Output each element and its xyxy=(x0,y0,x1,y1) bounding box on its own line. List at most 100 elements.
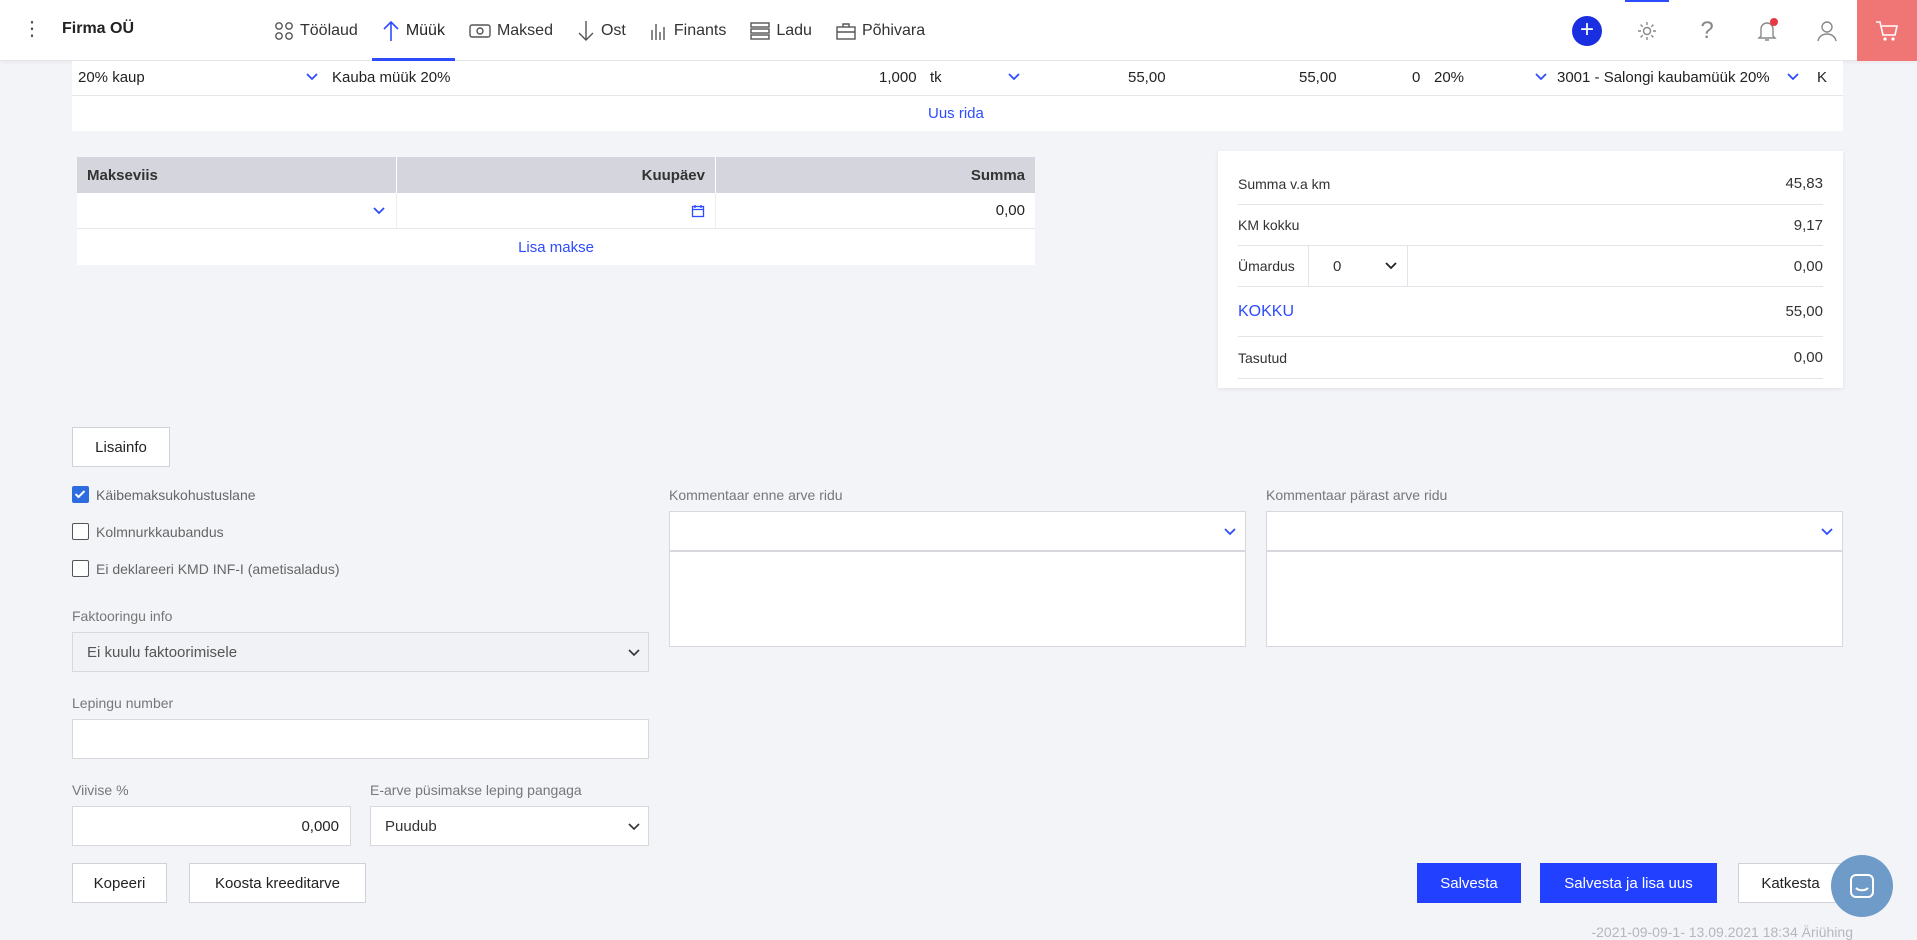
comment-before-textarea[interactable] xyxy=(669,551,1246,647)
bar-chart-icon xyxy=(651,23,665,40)
cancel-button[interactable]: Katkesta xyxy=(1738,863,1843,903)
gear-icon xyxy=(1638,21,1656,40)
add-payment-link[interactable]: Lisa makse xyxy=(77,229,1035,265)
comment-after-textarea[interactable] xyxy=(1266,551,1843,647)
nav-item-toolaud[interactable]: Töölaud xyxy=(262,0,370,61)
nav-label: Müük xyxy=(405,21,445,39)
nav-item-ladu[interactable]: Ladu xyxy=(738,0,824,61)
nav-item-maksed[interactable]: Maksed xyxy=(457,0,565,61)
vat-type-select[interactable]: 20% kaup xyxy=(78,69,145,86)
save-and-new-button[interactable]: Salvesta ja lisa uus xyxy=(1540,863,1717,903)
chevron-down-icon[interactable] xyxy=(305,72,319,82)
cart-button[interactable] xyxy=(1857,0,1917,61)
arrow-up-icon xyxy=(383,20,399,41)
factoring-value: Ei kuulu faktoorimisele xyxy=(87,643,238,661)
dashboard-icon xyxy=(275,21,293,40)
nav-item-pohivara[interactable]: Põhivara xyxy=(824,0,937,61)
payment-sum-field[interactable]: 0,00 xyxy=(716,193,1035,228)
kmd-inf-checkbox[interactable] xyxy=(72,560,89,577)
notifications-button[interactable] xyxy=(1737,0,1797,61)
total-row: KOKKU 55,00 xyxy=(1238,287,1823,337)
cart-icon xyxy=(1876,20,1898,41)
totals-value: 45,83 xyxy=(1785,175,1823,192)
company-name[interactable]: Firma OÜ xyxy=(62,20,134,38)
row-divider xyxy=(72,95,1843,96)
add-new-button[interactable]: + xyxy=(1557,0,1617,61)
comment-before-label: Kommentaar enne arve ridu xyxy=(669,487,843,503)
triangular-trade-label: Kolmnurkkaubandus xyxy=(96,524,224,540)
nav-item-ost[interactable]: Ost xyxy=(565,0,638,61)
triangular-trade-checkbox[interactable] xyxy=(72,523,89,540)
main-nav: Töölaud Müük Maksed Ost Finants Ladu Põh… xyxy=(262,0,937,61)
user-icon xyxy=(1817,20,1837,41)
notification-dot xyxy=(1770,18,1778,26)
unit-select[interactable]: tk xyxy=(930,69,942,86)
rounding-value[interactable]: 0,00 xyxy=(1794,258,1823,275)
lisainfo-button[interactable]: Lisainfo xyxy=(72,427,170,467)
nav-label: Põhivara xyxy=(861,21,926,39)
contract-label: Lepingu number xyxy=(72,695,174,711)
chat-button[interactable] xyxy=(1831,855,1893,917)
footer-info: -2021-09-09-1- 13.09.2021 18:34 Äriühing xyxy=(1591,924,1853,940)
einvoice-select[interactable]: Puudub xyxy=(370,806,649,846)
chevron-down-icon xyxy=(1821,528,1833,536)
penalty-label: Viivise % xyxy=(72,782,129,798)
einvoice-value: Puudub xyxy=(385,817,437,835)
extra-column: K xyxy=(1817,69,1828,86)
description-field[interactable]: Kauba müük 20% xyxy=(332,69,450,86)
settings-button[interactable] xyxy=(1617,0,1677,61)
briefcase-icon xyxy=(836,22,856,40)
comment-after-select[interactable] xyxy=(1266,511,1843,551)
totals-row: Summa v.a km 45,83 xyxy=(1238,163,1823,205)
checkmark-icon xyxy=(74,490,86,499)
new-row-link[interactable]: Uus rida xyxy=(928,105,984,122)
chevron-down-icon[interactable] xyxy=(1534,72,1548,82)
vat-liable-checkbox[interactable] xyxy=(72,486,89,503)
rounding-select[interactable]: 0 xyxy=(1308,246,1408,286)
rounding-row: Ümardus 0 0,00 xyxy=(1238,246,1823,287)
save-button[interactable]: Salvesta xyxy=(1417,863,1521,903)
nav-label: Töölaud xyxy=(300,21,358,39)
header-actions: + ? xyxy=(1557,0,1917,61)
vat-select[interactable]: 20% xyxy=(1434,69,1464,86)
totals-label: KM kokku xyxy=(1238,217,1300,233)
chevron-down-icon[interactable] xyxy=(1786,72,1800,82)
comment-before-select[interactable] xyxy=(669,511,1246,551)
penalty-input[interactable]: 0,000 xyxy=(72,806,351,846)
factoring-select[interactable]: Ei kuulu faktoorimisele xyxy=(72,632,649,672)
active-indicator xyxy=(1625,0,1669,2)
top-navigation-bar: ⋮ Firma OÜ Töölaud Müük Maksed Ost Finan… xyxy=(0,0,1917,61)
contract-input[interactable] xyxy=(72,719,649,759)
more-menu-icon[interactable]: ⋮ xyxy=(22,18,42,40)
help-button[interactable]: ? xyxy=(1677,0,1737,61)
discount-field[interactable]: 0 xyxy=(1412,69,1420,86)
payment-method-select[interactable] xyxy=(77,193,397,228)
totals-value: 9,17 xyxy=(1793,216,1823,234)
quantity-field[interactable]: 1,000 xyxy=(879,69,917,86)
chat-icon xyxy=(1850,874,1874,898)
paid-row: Tasutud 0,00 xyxy=(1238,337,1823,379)
factoring-label: Faktooringu info xyxy=(72,608,173,624)
sum-field[interactable]: 55,00 xyxy=(1299,69,1337,86)
payment-date-field[interactable] xyxy=(397,193,716,228)
nav-label: Ost xyxy=(600,21,626,39)
chevron-down-icon[interactable] xyxy=(1007,72,1021,82)
credit-invoice-button[interactable]: Koosta kreeditarve xyxy=(189,863,366,903)
rounding-label: Ümardus xyxy=(1238,258,1295,274)
paid-label: Tasutud xyxy=(1238,349,1288,366)
price-field[interactable]: 55,00 xyxy=(1128,69,1166,86)
copy-button[interactable]: Kopeeri xyxy=(72,863,167,903)
total-label: KOKKU xyxy=(1238,302,1295,320)
invoice-rows-panel: 20% kaup Kauba müük 20% 1,000 tk 55,00 5… xyxy=(72,61,1843,131)
user-button[interactable] xyxy=(1797,0,1857,61)
calendar-icon xyxy=(691,204,705,217)
einvoice-label: E-arve püsimakse leping pangaga xyxy=(370,782,582,798)
nav-item-muuk[interactable]: Müük xyxy=(370,0,457,61)
payments-header: Makseviis Kuupäev Summa xyxy=(77,157,1035,193)
column-header-kuupaev: Kuupäev xyxy=(397,157,716,193)
total-value: 55,00 xyxy=(1785,303,1823,320)
nav-item-finants[interactable]: Finants xyxy=(638,0,738,61)
payment-row: 0,00 xyxy=(77,193,1035,229)
chevron-down-icon xyxy=(628,649,640,657)
account-select[interactable]: 3001 - Salongi kaubamüük 20% xyxy=(1557,69,1770,86)
